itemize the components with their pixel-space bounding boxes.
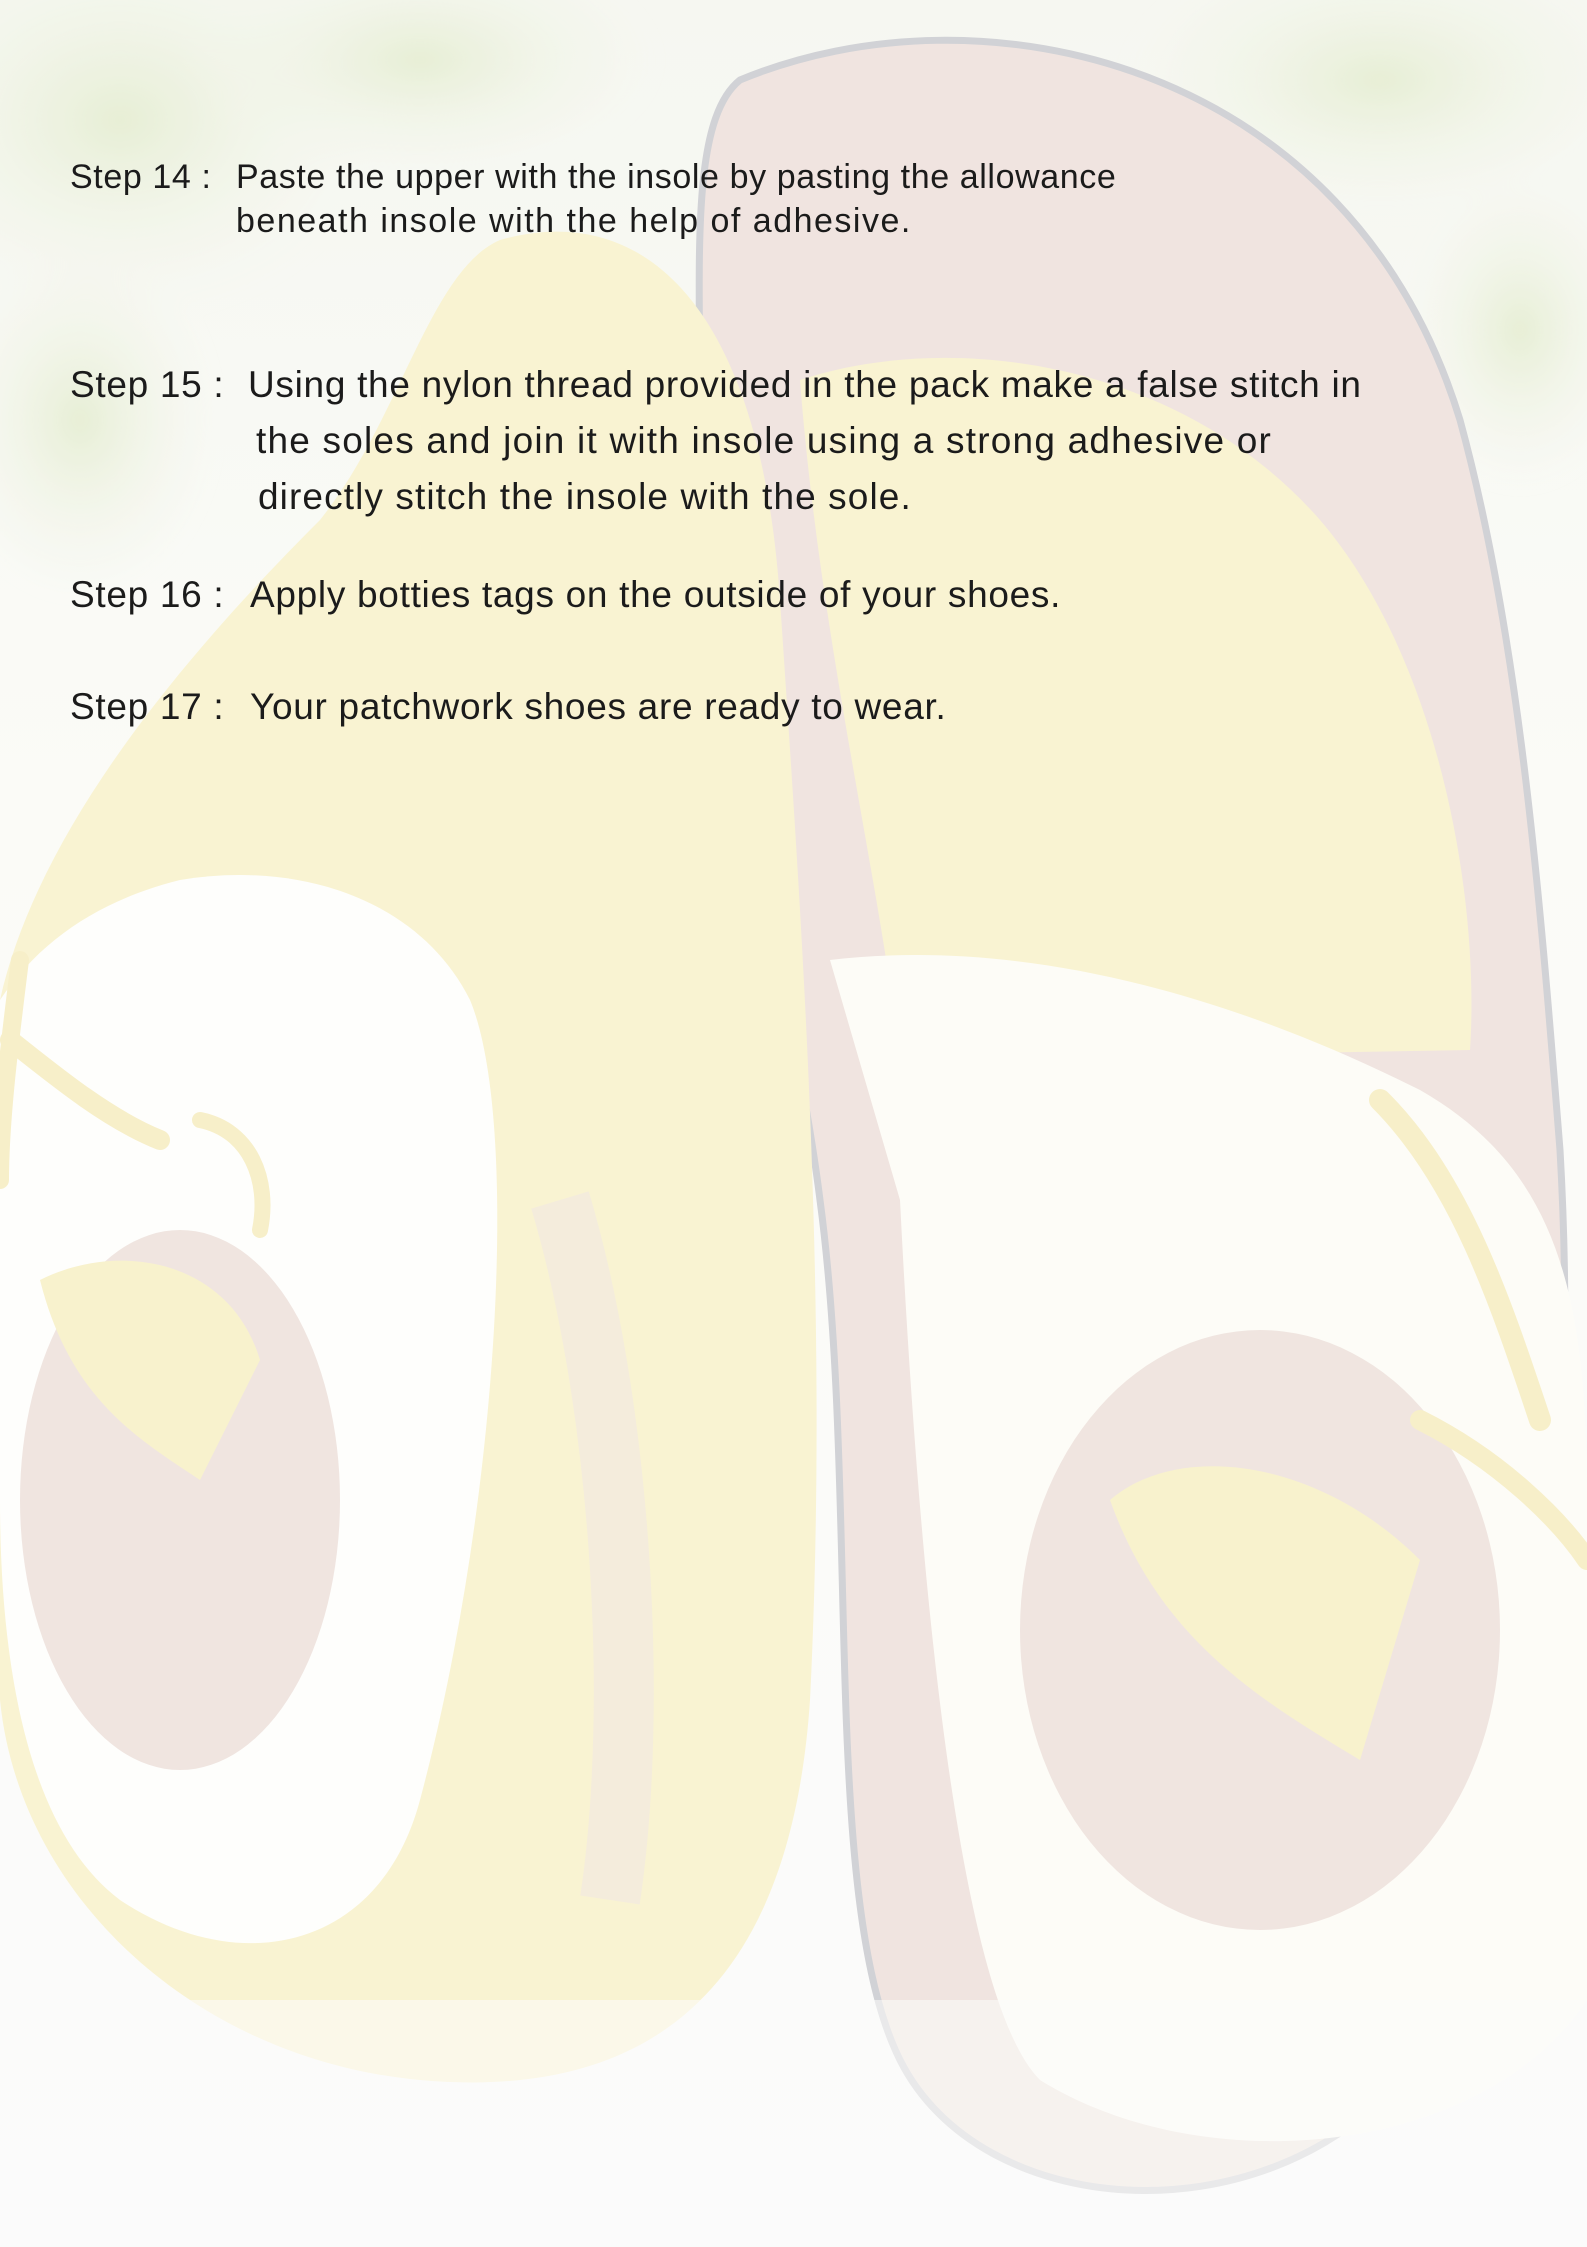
instructions-page: Step 14 : Paste the upper with the insol… [0,0,1587,2247]
step-text-line: Using the nylon thread provided in the p… [248,364,1362,405]
step-text-line: Apply botties tags on the outside of you… [250,574,1062,615]
step-label: Step 14 : [70,158,212,196]
step-text-line: Your patchwork shoes are ready to wear. [250,686,947,727]
step-label: Step 16 : [70,574,225,615]
step-text-line: beneath insole with the help of adhesive… [236,202,912,240]
step-text-line: the soles and join it with insole using … [256,420,1273,461]
step-label: Step 15 : [70,364,225,405]
step-text-line: Paste the upper with the insole by pasti… [236,158,1117,196]
step-text-line: directly stitch the insole with the sole… [258,476,912,517]
step-label: Step 17 : [70,686,225,727]
